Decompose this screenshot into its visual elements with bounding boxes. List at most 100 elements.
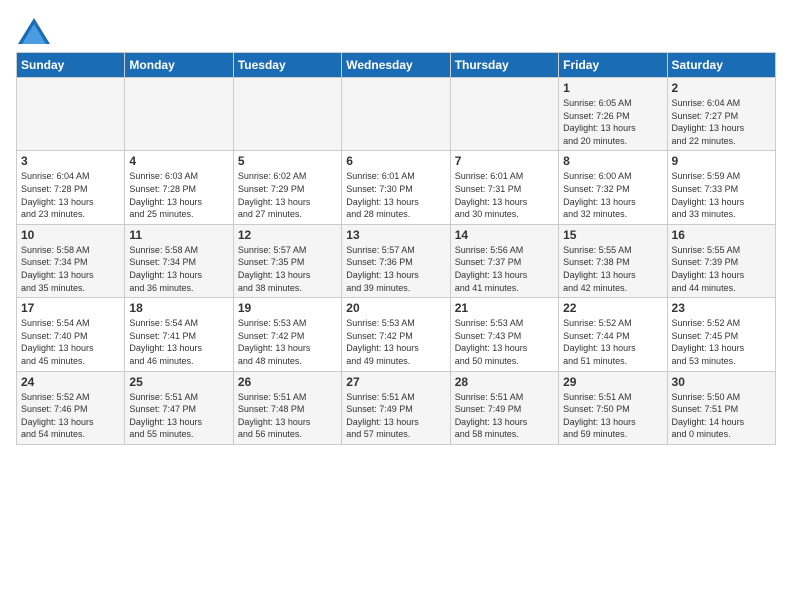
- calendar-day-cell: 15 Sunrise: 5:55 AM Sunset: 7:38 PM Dayli…: [559, 224, 667, 297]
- day-info: Sunrise: 5:55 AM Sunset: 7:39 PM Dayligh…: [672, 244, 771, 294]
- day-number: 20: [346, 301, 445, 315]
- calendar-day-cell: [125, 78, 233, 151]
- day-number: 17: [21, 301, 120, 315]
- day-number: 18: [129, 301, 228, 315]
- day-info: Sunrise: 5:57 AM Sunset: 7:35 PM Dayligh…: [238, 244, 337, 294]
- calendar-day-cell: 27 Sunrise: 5:51 AM Sunset: 7:49 PM Dayli…: [342, 371, 450, 444]
- calendar-day-cell: [17, 78, 125, 151]
- weekday-header-row: SundayMondayTuesdayWednesdayThursdayFrid…: [17, 53, 776, 78]
- calendar-day-cell: 10 Sunrise: 5:58 AM Sunset: 7:34 PM Dayli…: [17, 224, 125, 297]
- calendar-week-row: 24 Sunrise: 5:52 AM Sunset: 7:46 PM Dayli…: [17, 371, 776, 444]
- day-number: 13: [346, 228, 445, 242]
- day-number: 24: [21, 375, 120, 389]
- day-info: Sunrise: 5:55 AM Sunset: 7:38 PM Dayligh…: [563, 244, 662, 294]
- day-number: 4: [129, 154, 228, 168]
- day-info: Sunrise: 5:51 AM Sunset: 7:47 PM Dayligh…: [129, 391, 228, 441]
- calendar-day-cell: 11 Sunrise: 5:58 AM Sunset: 7:34 PM Dayli…: [125, 224, 233, 297]
- day-number: 27: [346, 375, 445, 389]
- calendar-week-row: 17 Sunrise: 5:54 AM Sunset: 7:40 PM Dayli…: [17, 298, 776, 371]
- day-number: 9: [672, 154, 771, 168]
- day-number: 12: [238, 228, 337, 242]
- calendar-day-cell: 14Sunrise: 5:56 AM Sunset: 7:37 PM Dayli…: [450, 224, 558, 297]
- day-number: 21: [455, 301, 554, 315]
- day-info: Sunrise: 5:52 AM Sunset: 7:44 PM Dayligh…: [563, 317, 662, 367]
- day-number: 25: [129, 375, 228, 389]
- calendar-day-cell: [233, 78, 341, 151]
- day-info: Sunrise: 5:51 AM Sunset: 7:49 PM Dayligh…: [346, 391, 445, 441]
- day-info: Sunrise: 5:58 AM Sunset: 7:34 PM Dayligh…: [21, 244, 120, 294]
- day-info: Sunrise: 5:51 AM Sunset: 7:48 PM Dayligh…: [238, 391, 337, 441]
- day-info: Sunrise: 5:52 AM Sunset: 7:45 PM Dayligh…: [672, 317, 771, 367]
- day-number: 7: [455, 154, 554, 168]
- calendar-day-cell: 20 Sunrise: 5:53 AM Sunset: 7:42 PM Dayli…: [342, 298, 450, 371]
- day-info: Sunrise: 5:58 AM Sunset: 7:34 PM Dayligh…: [129, 244, 228, 294]
- calendar-body: 1 Sunrise: 6:05 AM Sunset: 7:26 PM Daylig…: [17, 78, 776, 445]
- day-info: Sunrise: 6:05 AM Sunset: 7:26 PM Dayligh…: [563, 97, 662, 147]
- day-number: 19: [238, 301, 337, 315]
- day-info: Sunrise: 5:50 AM Sunset: 7:51 PM Dayligh…: [672, 391, 771, 441]
- calendar-day-cell: 17 Sunrise: 5:54 AM Sunset: 7:40 PM Dayli…: [17, 298, 125, 371]
- weekday-header-cell: Sunday: [17, 53, 125, 78]
- calendar-day-cell: [342, 78, 450, 151]
- calendar-day-cell: 1 Sunrise: 6:05 AM Sunset: 7:26 PM Daylig…: [559, 78, 667, 151]
- calendar-table: SundayMondayTuesdayWednesdayThursdayFrid…: [16, 52, 776, 445]
- weekday-header-cell: Saturday: [667, 53, 775, 78]
- calendar-day-cell: 28Sunrise: 5:51 AM Sunset: 7:49 PM Dayli…: [450, 371, 558, 444]
- day-info: Sunrise: 6:04 AM Sunset: 7:28 PM Dayligh…: [21, 170, 120, 220]
- calendar-day-cell: 13 Sunrise: 5:57 AM Sunset: 7:36 PM Dayli…: [342, 224, 450, 297]
- day-number: 1: [563, 81, 662, 95]
- calendar-day-cell: 16 Sunrise: 5:55 AM Sunset: 7:39 PM Dayli…: [667, 224, 775, 297]
- day-number: 15: [563, 228, 662, 242]
- day-info: Sunrise: 5:59 AM Sunset: 7:33 PM Dayligh…: [672, 170, 771, 220]
- day-number: 6: [346, 154, 445, 168]
- day-info: Sunrise: 6:00 AM Sunset: 7:32 PM Dayligh…: [563, 170, 662, 220]
- calendar-day-cell: 18 Sunrise: 5:54 AM Sunset: 7:41 PM Dayli…: [125, 298, 233, 371]
- calendar-day-cell: 6 Sunrise: 6:01 AM Sunset: 7:30 PM Daylig…: [342, 151, 450, 224]
- day-number: 30: [672, 375, 771, 389]
- weekday-header-cell: Wednesday: [342, 53, 450, 78]
- day-info: Sunrise: 6:04 AM Sunset: 7:27 PM Dayligh…: [672, 97, 771, 147]
- day-number: 5: [238, 154, 337, 168]
- day-info: Sunrise: 5:54 AM Sunset: 7:41 PM Dayligh…: [129, 317, 228, 367]
- calendar-week-row: 10 Sunrise: 5:58 AM Sunset: 7:34 PM Dayli…: [17, 224, 776, 297]
- calendar-week-row: 1 Sunrise: 6:05 AM Sunset: 7:26 PM Daylig…: [17, 78, 776, 151]
- day-info: Sunrise: 5:53 AM Sunset: 7:43 PM Dayligh…: [455, 317, 554, 367]
- calendar-day-cell: 19Sunrise: 5:53 AM Sunset: 7:42 PM Dayli…: [233, 298, 341, 371]
- calendar-day-cell: [450, 78, 558, 151]
- calendar-day-cell: 3 Sunrise: 6:04 AM Sunset: 7:28 PM Daylig…: [17, 151, 125, 224]
- day-info: Sunrise: 6:02 AM Sunset: 7:29 PM Dayligh…: [238, 170, 337, 220]
- day-info: Sunrise: 5:57 AM Sunset: 7:36 PM Dayligh…: [346, 244, 445, 294]
- logo: [16, 16, 58, 46]
- calendar-day-cell: 8Sunrise: 6:00 AM Sunset: 7:32 PM Daylig…: [559, 151, 667, 224]
- calendar-day-cell: 24 Sunrise: 5:52 AM Sunset: 7:46 PM Dayli…: [17, 371, 125, 444]
- day-info: Sunrise: 5:54 AM Sunset: 7:40 PM Dayligh…: [21, 317, 120, 367]
- header-area: [16, 16, 776, 46]
- calendar-day-cell: 7 Sunrise: 6:01 AM Sunset: 7:31 PM Daylig…: [450, 151, 558, 224]
- calendar-day-cell: 29Sunrise: 5:51 AM Sunset: 7:50 PM Dayli…: [559, 371, 667, 444]
- calendar-week-row: 3 Sunrise: 6:04 AM Sunset: 7:28 PM Daylig…: [17, 151, 776, 224]
- day-number: 16: [672, 228, 771, 242]
- day-number: 10: [21, 228, 120, 242]
- weekday-header-cell: Thursday: [450, 53, 558, 78]
- day-number: 26: [238, 375, 337, 389]
- day-info: Sunrise: 5:51 AM Sunset: 7:50 PM Dayligh…: [563, 391, 662, 441]
- day-number: 11: [129, 228, 228, 242]
- logo-icon: [16, 16, 52, 46]
- calendar-day-cell: 30 Sunrise: 5:50 AM Sunset: 7:51 PM Dayli…: [667, 371, 775, 444]
- weekday-header-cell: Monday: [125, 53, 233, 78]
- day-number: 3: [21, 154, 120, 168]
- day-info: Sunrise: 6:01 AM Sunset: 7:31 PM Dayligh…: [455, 170, 554, 220]
- day-number: 2: [672, 81, 771, 95]
- day-info: Sunrise: 5:53 AM Sunset: 7:42 PM Dayligh…: [346, 317, 445, 367]
- calendar-day-cell: 22Sunrise: 5:52 AM Sunset: 7:44 PM Dayli…: [559, 298, 667, 371]
- calendar-day-cell: 2 Sunrise: 6:04 AM Sunset: 7:27 PM Daylig…: [667, 78, 775, 151]
- weekday-header-cell: Friday: [559, 53, 667, 78]
- day-info: Sunrise: 5:52 AM Sunset: 7:46 PM Dayligh…: [21, 391, 120, 441]
- weekday-header-cell: Tuesday: [233, 53, 341, 78]
- day-info: Sunrise: 6:01 AM Sunset: 7:30 PM Dayligh…: [346, 170, 445, 220]
- calendar-day-cell: 21 Sunrise: 5:53 AM Sunset: 7:43 PM Dayli…: [450, 298, 558, 371]
- day-info: Sunrise: 5:56 AM Sunset: 7:37 PM Dayligh…: [455, 244, 554, 294]
- calendar-day-cell: 25 Sunrise: 5:51 AM Sunset: 7:47 PM Dayli…: [125, 371, 233, 444]
- calendar-day-cell: 4Sunrise: 6:03 AM Sunset: 7:28 PM Daylig…: [125, 151, 233, 224]
- calendar-day-cell: 23Sunrise: 5:52 AM Sunset: 7:45 PM Dayli…: [667, 298, 775, 371]
